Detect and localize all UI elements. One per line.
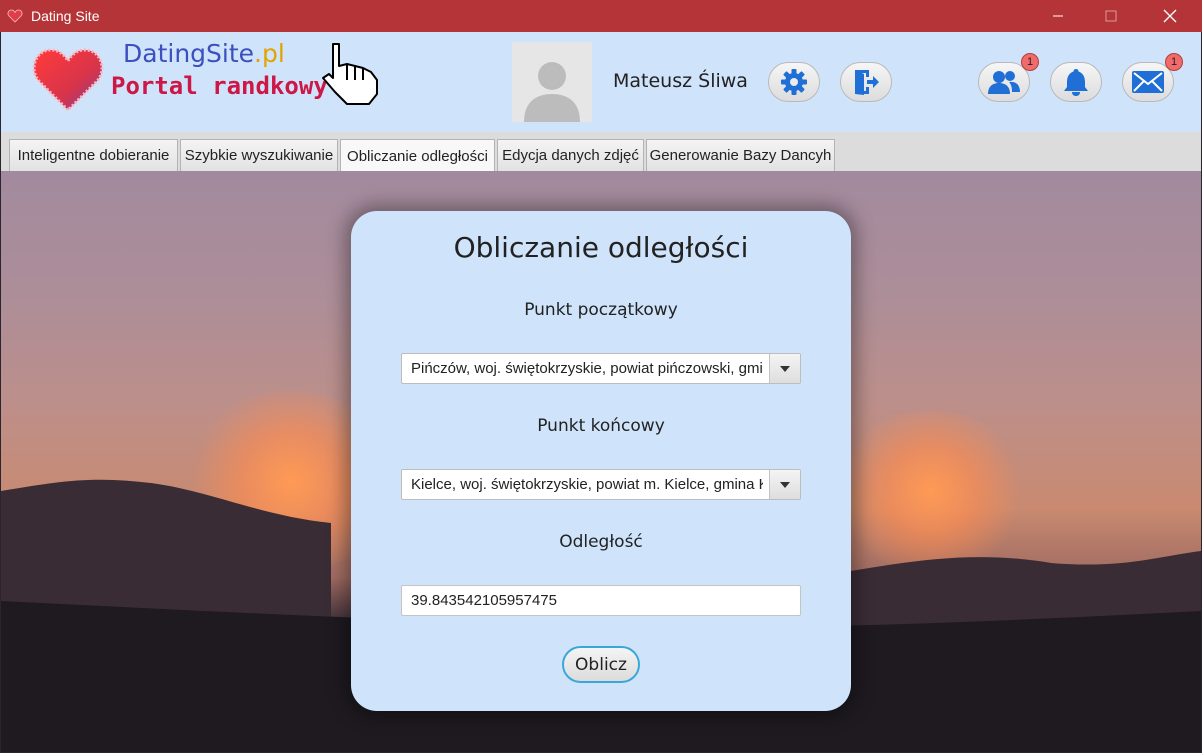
tab-inteligentne-dobieranie[interactable]: Inteligentne dobieranie	[9, 139, 178, 171]
user-avatar-icon	[524, 62, 580, 122]
logout-icon	[855, 70, 879, 95]
end-point-dropdown-button[interactable]	[769, 470, 800, 499]
close-button[interactable]	[1147, 0, 1193, 32]
users-icon	[988, 71, 1020, 94]
minimize-button[interactable]	[1035, 0, 1081, 32]
user-name: Mateusz Śliwa	[613, 70, 748, 92]
notifications-button[interactable]	[1050, 62, 1102, 102]
maximize-button[interactable]	[1088, 0, 1134, 32]
messages-button[interactable]	[1122, 62, 1174, 102]
end-point-select[interactable]: Kielce, woj. świętokrzyskie, powiat m. K…	[401, 469, 801, 500]
tab-obliczanie-odleglosci[interactable]: Obliczanie odległości	[340, 139, 495, 172]
start-point-label: Punkt początkowy	[524, 300, 678, 320]
start-point-select[interactable]: Pińczów, woj. świętokrzyskie, powiat piń…	[401, 353, 801, 384]
distance-label: Odległość	[559, 532, 643, 552]
maximize-icon	[1105, 10, 1117, 22]
end-point-label: Punkt końcowy	[537, 416, 665, 436]
heart-icon	[7, 9, 23, 23]
chevron-down-icon	[780, 365, 790, 372]
app-header: DatingSite.pl Portal randkowy Mateusz Śl…	[1, 32, 1201, 132]
distance-field[interactable]: 39.843542105957475	[401, 585, 801, 616]
close-icon	[1163, 9, 1177, 23]
friends-button[interactable]	[978, 62, 1030, 102]
end-point-value: Kielce, woj. świętokrzyskie, powiat m. K…	[411, 476, 763, 493]
logo-title-suffix: .pl	[254, 39, 285, 68]
logo-subtitle: Portal randkowy	[111, 72, 328, 100]
pointer-hand-icon	[322, 43, 378, 105]
friends-badge: 1	[1021, 53, 1039, 71]
bell-icon	[1064, 69, 1088, 96]
tab-szybkie-wyszukiwanie[interactable]: Szybkie wyszukiwanie	[180, 139, 338, 171]
tab-generowanie-bazy[interactable]: Generowanie Bazy Dancyh	[646, 139, 835, 171]
envelope-icon	[1132, 71, 1164, 93]
calculate-button[interactable]: Oblicz	[562, 646, 640, 683]
tab-edycja-danych-zdjec[interactable]: Edycja danych zdjęć	[497, 139, 644, 171]
settings-button[interactable]	[768, 62, 820, 102]
panel-title: Obliczanie odległości	[453, 231, 749, 264]
messages-badge: 1	[1165, 53, 1183, 71]
window-title: Dating Site	[31, 8, 100, 24]
gear-icon	[781, 69, 807, 95]
window-titlebar: Dating Site	[0, 0, 1202, 32]
logo-title-main: DatingSite	[123, 39, 255, 68]
minimize-icon	[1053, 15, 1063, 17]
start-point-dropdown-button[interactable]	[769, 354, 800, 383]
avatar[interactable]	[512, 42, 592, 122]
chevron-down-icon	[780, 481, 790, 488]
start-point-value: Pińczów, woj. świętokrzyskie, powiat piń…	[411, 360, 763, 377]
distance-panel: Obliczanie odległości Punkt początkowy P…	[351, 211, 851, 711]
logout-button[interactable]	[840, 62, 892, 102]
heart-logo-icon	[32, 48, 104, 113]
tab-bar: Inteligentne dobieranie Szybkie wyszukiw…	[1, 132, 1201, 172]
logo-title: DatingSite.pl	[123, 39, 285, 68]
